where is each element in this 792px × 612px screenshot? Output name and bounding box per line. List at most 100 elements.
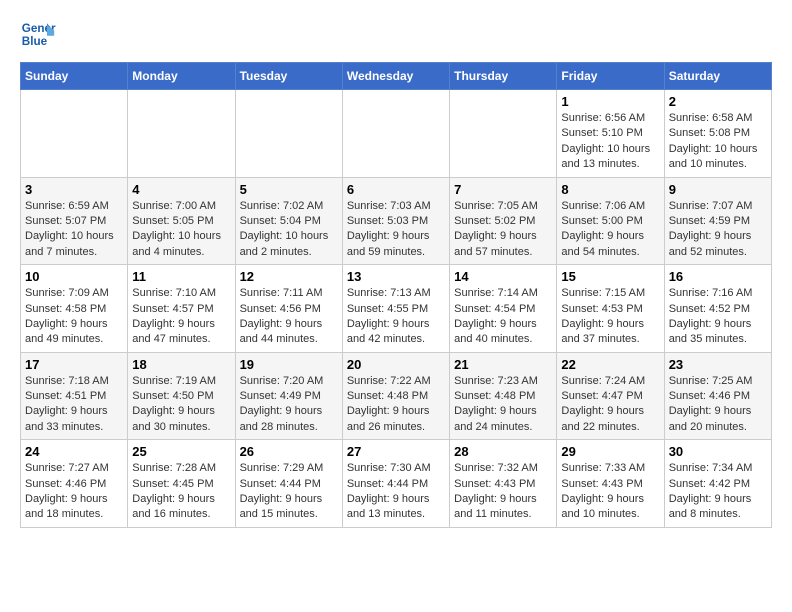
day-info: Sunrise: 7:09 AMSunset: 4:58 PMDaylight:…: [25, 286, 123, 348]
day-number: 3: [25, 182, 123, 197]
day-info: Sunrise: 7:15 AMSunset: 4:53 PMDaylight:…: [561, 286, 659, 348]
day-number: 12: [240, 269, 338, 284]
calendar-week-row: 1 Sunrise: 6:56 AMSunset: 5:10 PMDaylight…: [21, 90, 772, 178]
calendar-cell: 29Sunrise: 7:33 AMSunset: 4:43 PMDayligh…: [557, 440, 664, 528]
calendar-cell: 13 Sunrise: 7:13 AMSunset: 4:55 PMDayligh…: [342, 265, 449, 353]
logo-icon: General Blue: [20, 16, 56, 52]
calendar-cell: 24 Sunrise: 7:27 AMSunset: 4:46 PMDayligh…: [21, 440, 128, 528]
day-number: 26: [240, 444, 338, 459]
calendar-cell: 20Sunrise: 7:22 AMSunset: 4:48 PMDayligh…: [342, 352, 449, 440]
day-info: Sunrise: 7:11 AMSunset: 4:56 PMDaylight:…: [240, 286, 338, 348]
day-info: Sunrise: 7:02 AMSunset: 5:04 PMDaylight:…: [240, 199, 338, 261]
calendar-cell: [235, 90, 342, 178]
day-info: Sunrise: 7:00 AMSunset: 5:05 PMDaylight:…: [132, 199, 230, 261]
day-number: 14: [454, 269, 552, 284]
logo: General Blue: [20, 16, 62, 52]
calendar-table: SundayMondayTuesdayWednesdayThursdayFrid…: [20, 62, 772, 528]
calendar-week-row: 3 Sunrise: 6:59 AMSunset: 5:07 PMDaylight…: [21, 177, 772, 265]
calendar-cell: 5 Sunrise: 7:02 AMSunset: 5:04 PMDaylight…: [235, 177, 342, 265]
day-number: 5: [240, 182, 338, 197]
day-info: Sunrise: 7:29 AMSunset: 4:44 PMDaylight:…: [240, 461, 338, 523]
day-number: 19: [240, 357, 338, 372]
day-number: 1: [561, 94, 659, 109]
day-number: 13: [347, 269, 445, 284]
calendar-cell: 17 Sunrise: 7:18 AMSunset: 4:51 PMDayligh…: [21, 352, 128, 440]
day-info: Sunrise: 7:25 AMSunset: 4:46 PMDaylight:…: [669, 374, 767, 436]
day-info: Sunrise: 7:27 AMSunset: 4:46 PMDaylight:…: [25, 461, 123, 523]
day-info: Sunrise: 6:58 AMSunset: 5:08 PMDaylight:…: [669, 111, 767, 173]
calendar-cell: 2 Sunrise: 6:58 AMSunset: 5:08 PMDaylight…: [664, 90, 771, 178]
calendar-cell: 8 Sunrise: 7:06 AMSunset: 5:00 PMDaylight…: [557, 177, 664, 265]
day-info: Sunrise: 7:13 AMSunset: 4:55 PMDaylight:…: [347, 286, 445, 348]
calendar-cell: 16 Sunrise: 7:16 AMSunset: 4:52 PMDayligh…: [664, 265, 771, 353]
day-number: 27: [347, 444, 445, 459]
calendar-cell: 23 Sunrise: 7:25 AMSunset: 4:46 PMDayligh…: [664, 352, 771, 440]
calendar-cell: [128, 90, 235, 178]
day-info: Sunrise: 7:24 AMSunset: 4:47 PMDaylight:…: [561, 374, 659, 436]
day-info: Sunrise: 7:20 AMSunset: 4:49 PMDaylight:…: [240, 374, 338, 436]
calendar-cell: [342, 90, 449, 178]
calendar-cell: 6 Sunrise: 7:03 AMSunset: 5:03 PMDaylight…: [342, 177, 449, 265]
day-number: 24: [25, 444, 123, 459]
day-number: 22: [561, 357, 659, 372]
day-header-friday: Friday: [557, 63, 664, 90]
day-number: 10: [25, 269, 123, 284]
day-number: 28: [454, 444, 552, 459]
day-number: 30: [669, 444, 767, 459]
day-info: Sunrise: 7:16 AMSunset: 4:52 PMDaylight:…: [669, 286, 767, 348]
calendar-cell: 11Sunrise: 7:10 AMSunset: 4:57 PMDayligh…: [128, 265, 235, 353]
day-info: Sunrise: 7:23 AMSunset: 4:48 PMDaylight:…: [454, 374, 552, 436]
day-number: 23: [669, 357, 767, 372]
day-number: 8: [561, 182, 659, 197]
calendar-cell: 1 Sunrise: 6:56 AMSunset: 5:10 PMDaylight…: [557, 90, 664, 178]
day-info: Sunrise: 7:07 AMSunset: 4:59 PMDaylight:…: [669, 199, 767, 261]
calendar-cell: 19 Sunrise: 7:20 AMSunset: 4:49 PMDayligh…: [235, 352, 342, 440]
calendar-cell: 15 Sunrise: 7:15 AMSunset: 4:53 PMDayligh…: [557, 265, 664, 353]
svg-text:Blue: Blue: [22, 35, 48, 48]
day-header-thursday: Thursday: [450, 63, 557, 90]
day-info: Sunrise: 7:28 AMSunset: 4:45 PMDaylight:…: [132, 461, 230, 523]
page-container: General Blue SundayMondayTuesdayWednesda…: [0, 0, 792, 544]
calendar-cell: 27 Sunrise: 7:30 AMSunset: 4:44 PMDayligh…: [342, 440, 449, 528]
day-header-saturday: Saturday: [664, 63, 771, 90]
day-number: 6: [347, 182, 445, 197]
day-number: 25: [132, 444, 230, 459]
day-info: Sunrise: 7:34 AMSunset: 4:42 PMDaylight:…: [669, 461, 767, 523]
day-info: Sunrise: 7:03 AMSunset: 5:03 PMDaylight:…: [347, 199, 445, 261]
day-number: 16: [669, 269, 767, 284]
day-number: 15: [561, 269, 659, 284]
day-number: 18: [132, 357, 230, 372]
calendar-cell: [21, 90, 128, 178]
calendar-cell: 4Sunrise: 7:00 AMSunset: 5:05 PMDaylight…: [128, 177, 235, 265]
day-header-tuesday: Tuesday: [235, 63, 342, 90]
calendar-cell: [450, 90, 557, 178]
day-number: 21: [454, 357, 552, 372]
day-info: Sunrise: 7:14 AMSunset: 4:54 PMDaylight:…: [454, 286, 552, 348]
calendar-cell: 22 Sunrise: 7:24 AMSunset: 4:47 PMDayligh…: [557, 352, 664, 440]
calendar-week-row: 17 Sunrise: 7:18 AMSunset: 4:51 PMDayligh…: [21, 352, 772, 440]
day-number: 17: [25, 357, 123, 372]
calendar-cell: 3 Sunrise: 6:59 AMSunset: 5:07 PMDaylight…: [21, 177, 128, 265]
day-header-monday: Monday: [128, 63, 235, 90]
day-info: Sunrise: 7:30 AMSunset: 4:44 PMDaylight:…: [347, 461, 445, 523]
day-header-sunday: Sunday: [21, 63, 128, 90]
calendar-cell: 30 Sunrise: 7:34 AMSunset: 4:42 PMDayligh…: [664, 440, 771, 528]
day-number: 2: [669, 94, 767, 109]
day-number: 7: [454, 182, 552, 197]
calendar-cell: 7Sunrise: 7:05 AMSunset: 5:02 PMDaylight…: [450, 177, 557, 265]
day-info: Sunrise: 7:18 AMSunset: 4:51 PMDaylight:…: [25, 374, 123, 436]
page-header: General Blue: [20, 16, 772, 52]
day-info: Sunrise: 6:56 AMSunset: 5:10 PMDaylight:…: [561, 111, 659, 173]
calendar-cell: 10 Sunrise: 7:09 AMSunset: 4:58 PMDayligh…: [21, 265, 128, 353]
calendar-week-row: 24 Sunrise: 7:27 AMSunset: 4:46 PMDayligh…: [21, 440, 772, 528]
day-info: Sunrise: 7:33 AMSunset: 4:43 PMDaylight:…: [561, 461, 659, 523]
day-number: 9: [669, 182, 767, 197]
day-info: Sunrise: 7:19 AMSunset: 4:50 PMDaylight:…: [132, 374, 230, 436]
day-info: Sunrise: 7:32 AMSunset: 4:43 PMDaylight:…: [454, 461, 552, 523]
day-header-wednesday: Wednesday: [342, 63, 449, 90]
day-info: Sunrise: 7:22 AMSunset: 4:48 PMDaylight:…: [347, 374, 445, 436]
calendar-cell: 18 Sunrise: 7:19 AMSunset: 4:50 PMDayligh…: [128, 352, 235, 440]
day-info: Sunrise: 6:59 AMSunset: 5:07 PMDaylight:…: [25, 199, 123, 261]
calendar-cell: 12 Sunrise: 7:11 AMSunset: 4:56 PMDayligh…: [235, 265, 342, 353]
day-info: Sunrise: 7:06 AMSunset: 5:00 PMDaylight:…: [561, 199, 659, 261]
